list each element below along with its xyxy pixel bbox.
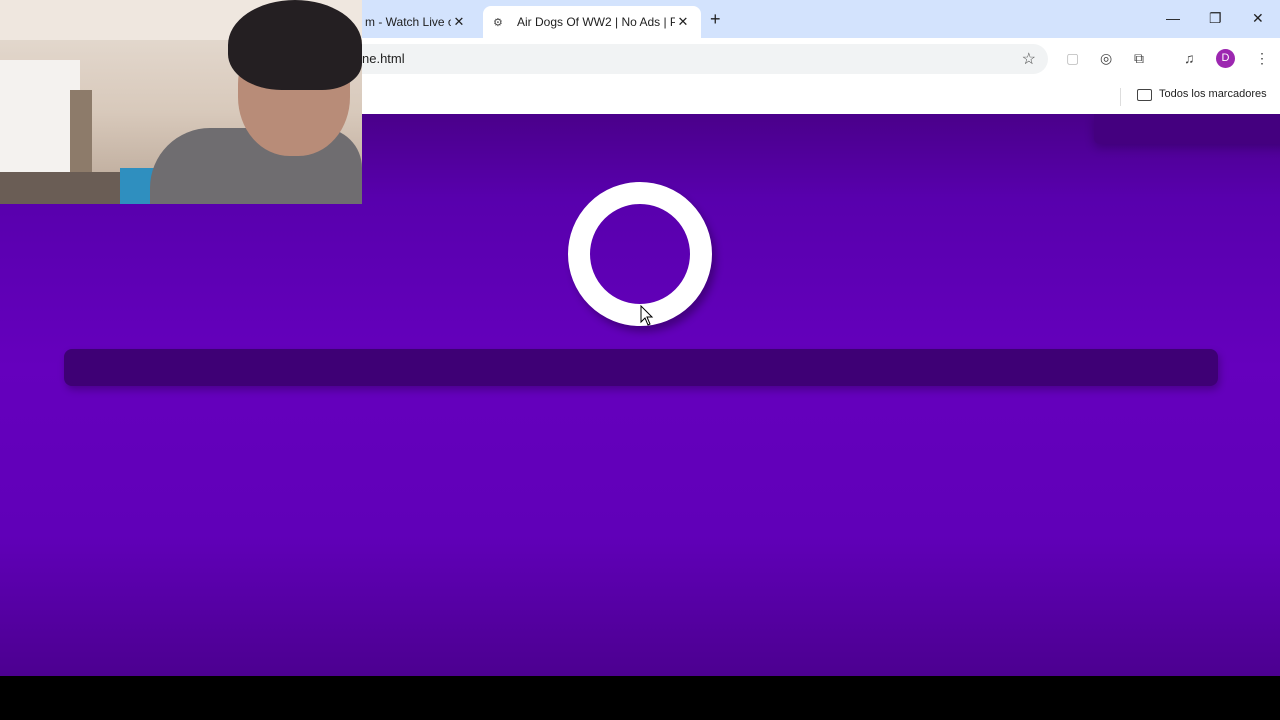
webcam-door-frame bbox=[70, 90, 92, 180]
sync-icon[interactable]: ◎ bbox=[1100, 50, 1112, 67]
address-bar[interactable]: ne.html ☆ bbox=[250, 44, 1048, 74]
game-top-panel bbox=[1094, 114, 1280, 144]
bottom-black-bar bbox=[0, 676, 1280, 720]
avatar[interactable]: D bbox=[1216, 49, 1235, 68]
tab-title: Air Dogs Of WW2 | No Ads | Pla bbox=[517, 15, 675, 29]
mouse-cursor-icon bbox=[640, 305, 654, 326]
tab-air-dogs[interactable]: ⚙ Air Dogs Of WW2 | No Ads | Pla ✕ bbox=[483, 6, 701, 38]
restore-icon[interactable]: ❐ bbox=[1209, 10, 1222, 27]
star-icon[interactable]: ☆ bbox=[1022, 49, 1036, 69]
minimize-icon[interactable]: — bbox=[1166, 10, 1180, 26]
globe-icon: ⚙ bbox=[493, 16, 503, 29]
url-text: ne.html bbox=[362, 51, 405, 66]
loading-progress-bar bbox=[64, 349, 1218, 386]
webcam-overlay bbox=[0, 0, 362, 204]
close-window-icon[interactable]: ✕ bbox=[1252, 10, 1264, 27]
extension-box-icon[interactable]: ▢ bbox=[1066, 50, 1079, 67]
media-icon[interactable]: ♫ bbox=[1184, 50, 1195, 66]
plus-icon[interactable]: + bbox=[710, 9, 721, 30]
tab-title: m - Watch Live or bbox=[365, 15, 451, 29]
close-icon[interactable]: ✕ bbox=[451, 14, 467, 30]
divider bbox=[1120, 88, 1121, 106]
folder-icon bbox=[1137, 89, 1152, 101]
all-bookmarks-folder[interactable]: Todos los marcadores bbox=[1159, 88, 1267, 100]
puzzle-icon[interactable]: ⧉ bbox=[1134, 50, 1144, 67]
kebab-menu-icon[interactable]: ⋮ bbox=[1255, 50, 1269, 67]
tab-watch-live[interactable]: m - Watch Live or ✕ bbox=[355, 6, 477, 38]
webcam-window bbox=[0, 60, 80, 180]
webcam-person-hair bbox=[228, 0, 362, 90]
close-icon[interactable]: ✕ bbox=[675, 14, 691, 30]
